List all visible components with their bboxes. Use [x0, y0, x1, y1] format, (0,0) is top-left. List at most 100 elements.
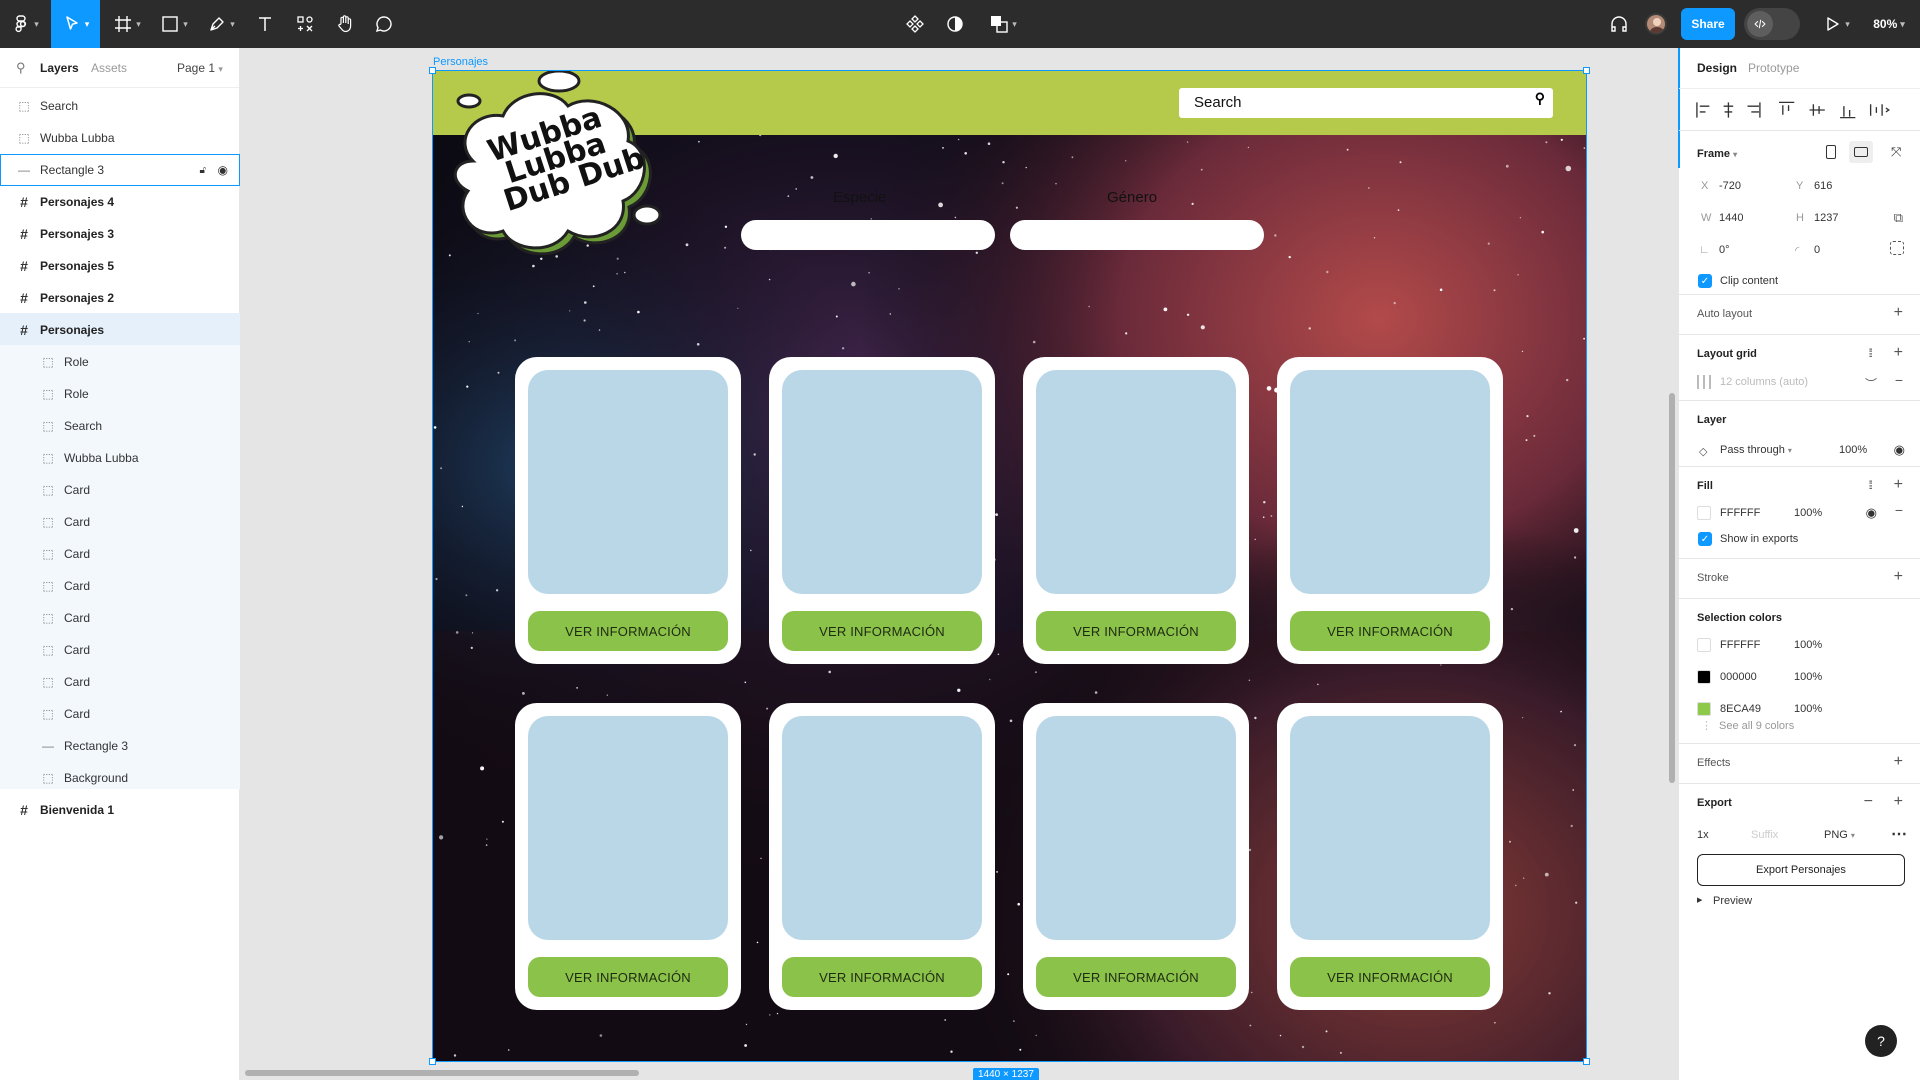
color-swatch[interactable] — [1697, 638, 1711, 652]
layer-opacity-input[interactable]: 100% — [1839, 444, 1867, 456]
export-format-dropdown[interactable]: PNG ▾ — [1824, 829, 1855, 841]
fill-swatch[interactable] — [1697, 506, 1711, 520]
layer-row[interactable]: ⬚ Search — [0, 410, 240, 442]
color-opacity[interactable]: 100% — [1794, 703, 1822, 715]
tab-layers[interactable]: Layers — [40, 61, 79, 75]
export-settings-icon[interactable]: ⋯ — [1891, 824, 1907, 844]
user-avatar[interactable] — [1641, 0, 1671, 48]
pen-tool-button[interactable]: ▾ — [202, 0, 240, 48]
w-input[interactable]: 1440 — [1719, 212, 1743, 224]
layer-row[interactable]: # Personajes 3 — [0, 218, 240, 250]
comment-tool-button[interactable] — [369, 0, 399, 48]
landscape-button[interactable] — [1849, 141, 1873, 163]
tab-prototype[interactable]: Prototype — [1748, 61, 1799, 75]
add-export-icon[interactable]: + — [1894, 793, 1903, 811]
layer-row[interactable]: ⬚ Card — [0, 570, 240, 602]
blend-mode-dropdown[interactable]: Pass through ▾ — [1720, 444, 1792, 456]
layer-row[interactable]: ⬚ Card — [0, 538, 240, 570]
hand-tool-button[interactable] — [330, 0, 360, 48]
fill-hex-input[interactable]: FFFFFF — [1720, 507, 1760, 519]
add-effect-icon[interactable]: + — [1894, 753, 1903, 771]
remove-export-icon[interactable]: − — [1864, 793, 1873, 811]
fill-styles-icon[interactable]: ⁞⁞ — [1868, 478, 1872, 492]
alignment-icons[interactable] — [1695, 100, 1905, 120]
zoom-dropdown[interactable]: 80% ▾ — [1864, 0, 1914, 48]
layer-row[interactable]: # Personajes 5 — [0, 250, 240, 282]
audio-button[interactable] — [1604, 0, 1634, 48]
resize-handle-br[interactable] — [1583, 1058, 1590, 1065]
preview-caret-icon[interactable]: ▶ — [1697, 896, 1702, 904]
export-button[interactable]: Export Personajes — [1697, 854, 1905, 886]
color-swatch[interactable] — [1697, 670, 1711, 684]
hide-grid-icon[interactable]: ︶ — [1865, 375, 1877, 392]
grid-styles-icon[interactable]: ⁞⁞ — [1868, 346, 1872, 360]
tab-design[interactable]: Design — [1697, 61, 1737, 75]
layer-row[interactable]: ⬚ Wubba Lubba — [0, 122, 240, 154]
remove-grid-icon[interactable]: − — [1895, 372, 1903, 388]
h-input[interactable]: 1237 — [1814, 212, 1838, 224]
resize-handle-tr[interactable] — [1583, 67, 1590, 74]
y-input[interactable]: 616 — [1814, 180, 1832, 192]
color-hex[interactable]: 8ECA49 — [1720, 703, 1761, 715]
rotation-input[interactable]: 0° — [1719, 244, 1730, 256]
see-all-colors-link[interactable]: See all 9 colors — [1719, 720, 1794, 732]
layer-row[interactable]: ⬚ Wubba Lubba — [0, 442, 240, 474]
resize-handle-bl[interactable] — [429, 1058, 436, 1065]
layer-row[interactable]: ⬚ Role — [0, 346, 240, 378]
export-suffix-input[interactable]: Suffix — [1751, 829, 1778, 841]
layer-row[interactable]: ⬚ Card — [0, 506, 240, 538]
remove-fill-icon[interactable]: − — [1895, 502, 1903, 518]
constrain-proportions-icon[interactable]: ⧉ — [1894, 210, 1903, 226]
resize-handle-tl[interactable] — [429, 67, 436, 74]
radius-input[interactable]: 0 — [1814, 244, 1820, 256]
canvas[interactable]: Personajes Search ⚲ Wubba Lubba Dub Dub … — [241, 48, 1678, 1080]
layer-row[interactable]: — Rectangle 3 — [0, 730, 240, 762]
dev-mode-toggle[interactable] — [1744, 8, 1800, 40]
search-layers-icon[interactable]: ⚲ — [16, 60, 26, 76]
add-grid-icon[interactable]: + — [1894, 344, 1903, 362]
lock-icon[interactable]: 🔓︎ — [200, 165, 206, 176]
layer-row[interactable]: # Personajes — [0, 314, 240, 346]
add-stroke-icon[interactable]: + — [1894, 568, 1903, 586]
present-button[interactable]: ▾ — [1818, 0, 1854, 48]
frame-title[interactable]: Frame ▾ — [1697, 148, 1737, 160]
tab-assets[interactable]: Assets — [91, 61, 127, 75]
portrait-icon[interactable] — [1826, 145, 1836, 159]
color-swatch[interactable] — [1697, 702, 1711, 716]
resources-button[interactable] — [290, 0, 320, 48]
color-hex[interactable]: FFFFFF — [1720, 639, 1760, 651]
layer-row[interactable]: ⬚ Card — [0, 634, 240, 666]
layer-visibility-eye-icon[interactable]: ◉ — [1894, 442, 1905, 458]
layer-row[interactable]: ⬚ Background — [0, 762, 240, 794]
share-button[interactable]: Share — [1681, 8, 1735, 40]
frame-tool-button[interactable]: ▾ — [108, 0, 146, 48]
frame-label[interactable]: Personajes — [433, 56, 488, 68]
clip-content-checkbox[interactable]: ✓ — [1698, 274, 1712, 288]
fill-opacity-input[interactable]: 100% — [1794, 507, 1822, 519]
shape-tool-button[interactable]: ▾ — [155, 0, 193, 48]
horizontal-scrollbar[interactable] — [245, 1070, 639, 1076]
vertical-scrollbar[interactable] — [1669, 393, 1675, 783]
component-button[interactable] — [900, 0, 930, 48]
layer-row[interactable]: ⬚ Card — [0, 474, 240, 506]
text-tool-button[interactable] — [250, 0, 280, 48]
move-tool-button[interactable]: ▾ — [51, 0, 100, 48]
mask-button[interactable] — [940, 0, 970, 48]
independent-corners-icon[interactable] — [1890, 241, 1904, 255]
page-selector[interactable]: Page 1 ▾ — [177, 61, 223, 75]
layer-row[interactable]: # Personajes 2 — [0, 282, 240, 314]
color-hex[interactable]: 000000 — [1720, 671, 1757, 683]
fit-icon[interactable]: ⤧ — [1891, 145, 1905, 159]
main-menu-button[interactable]: ▾ — [6, 0, 44, 48]
export-scale-dropdown[interactable]: 1x — [1697, 829, 1709, 841]
layer-row[interactable]: # Bienvenida 1 — [0, 794, 240, 826]
help-button[interactable]: ? — [1865, 1025, 1897, 1057]
boolean-button[interactable]: ▾ — [983, 0, 1023, 48]
add-auto-layout-icon[interactable]: + — [1894, 304, 1903, 322]
show-in-exports-checkbox[interactable]: ✓ — [1698, 532, 1712, 546]
layer-row[interactable]: ⬚ Search — [0, 90, 240, 122]
preview-label[interactable]: Preview — [1713, 895, 1752, 907]
layer-row[interactable]: ⬚ Card — [0, 602, 240, 634]
color-opacity[interactable]: 100% — [1794, 671, 1822, 683]
layer-row[interactable]: — Rectangle 3 🔓︎ ◉ — [0, 154, 240, 186]
